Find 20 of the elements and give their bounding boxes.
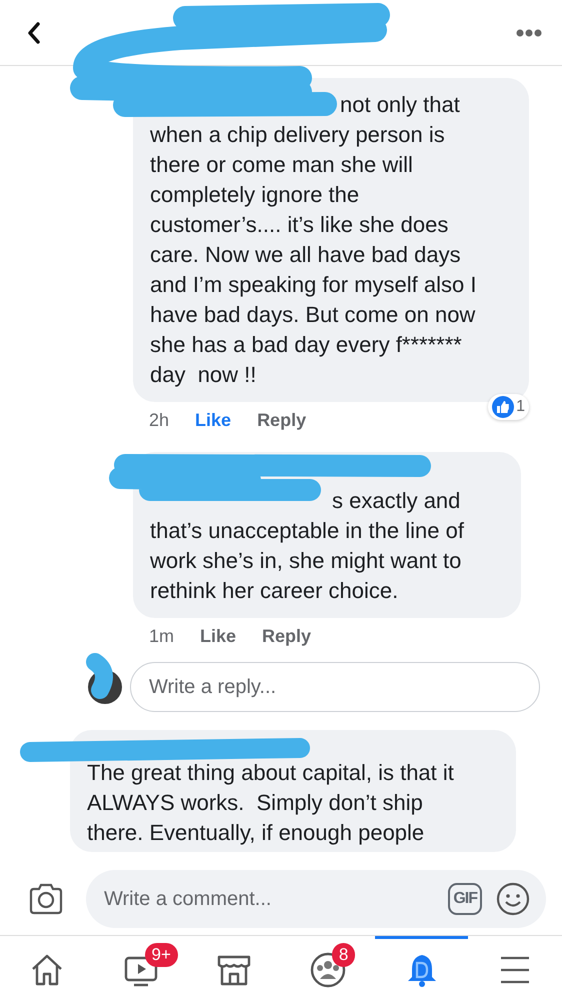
notification-badge: 9+ [144, 943, 178, 967]
reply-link[interactable]: Reply [262, 626, 312, 646]
reply-link[interactable]: Reply [257, 410, 306, 430]
like-link[interactable]: Like [200, 626, 236, 646]
camera-icon[interactable] [28, 883, 64, 915]
back-icon[interactable] [26, 20, 42, 44]
reaction-number: 1 [516, 398, 525, 416]
comment-time: 1m [149, 626, 174, 646]
nav-tab[interactable]: 9+ [94, 936, 188, 1000]
comment-text: s exactly and that’s unacceptable in the line of work she’s in, she might want to rethink her career choice. [150, 487, 465, 605]
more-icon[interactable] [516, 28, 542, 36]
emoji-icon[interactable] [496, 882, 530, 916]
notification-badge: 8 [332, 943, 356, 967]
like-link[interactable]: Like [195, 410, 232, 430]
comment-time: 2h [149, 410, 170, 430]
comment-text: The great thing about capital, is that it ALWAYS works. Simply don’t ship there. Eventually, if enough people [87, 759, 455, 847]
nav-tab[interactable]: 8 [281, 936, 375, 1000]
reply-field[interactable]: Write a reply... [130, 662, 540, 712]
gif-button[interactable]: GIF [448, 883, 482, 915]
comment-text: not only that when a chip delivery person is there or come man she will completely ignore the customer’s.... it’s like she does care. Now we all have bad days and I’m speaking for myself also I have bad days. But come on now she has a bad day every f******* day now !! [150, 91, 478, 389]
